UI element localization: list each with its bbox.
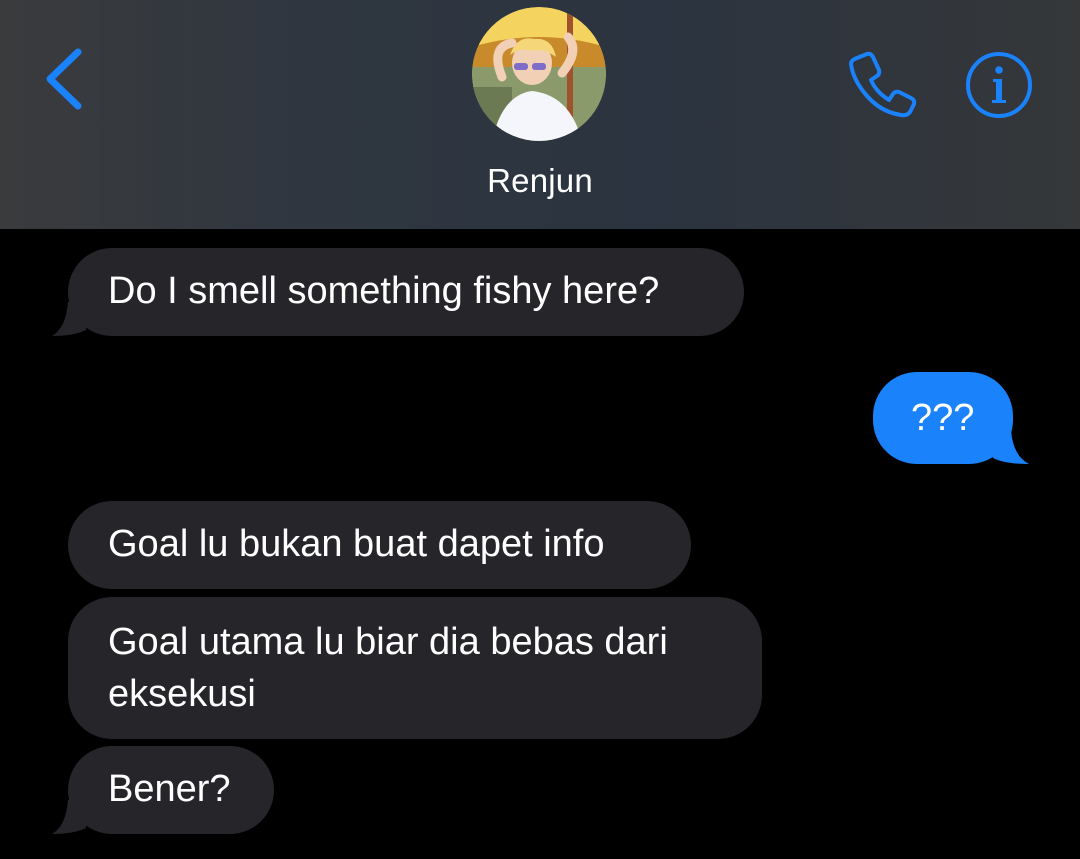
avatar-photo <box>472 7 606 141</box>
messages-screen: Renjun Do I smell something fishy here? … <box>0 0 1080 859</box>
message-text: Bener? <box>108 768 231 810</box>
info-button[interactable] <box>964 50 1034 120</box>
bubble-tail <box>993 430 1029 464</box>
message-text: Goal lu bukan buat dapet info <box>108 523 605 565</box>
message-bubble-received[interactable]: Bener? <box>52 746 274 834</box>
message-bubble-sent[interactable]: ??? <box>873 372 1029 464</box>
chevron-left-icon <box>46 48 82 110</box>
contact-name[interactable]: Renjun <box>0 162 1080 200</box>
back-button[interactable] <box>40 44 90 114</box>
message-bubble-received[interactable]: Goal lu bukan buat dapet info <box>68 501 691 589</box>
contact-avatar[interactable] <box>472 7 606 141</box>
conversation-header: Renjun <box>0 0 1080 229</box>
message-bubble-received[interactable]: Do I smell something fishy here? <box>52 248 744 336</box>
bubble-tail <box>52 800 86 834</box>
phone-icon <box>849 51 917 118</box>
message-text: ??? <box>911 397 975 439</box>
message-text: Do I smell something fishy here? <box>108 270 660 312</box>
info-icon <box>966 52 1032 118</box>
call-button[interactable] <box>843 48 919 120</box>
bubble-tail <box>52 302 86 336</box>
message-text: Goal utama lu biar dia bebas dari ekseku… <box>108 621 679 715</box>
message-bubble-received[interactable]: Goal utama lu biar dia bebas dari ekseku… <box>68 597 762 739</box>
